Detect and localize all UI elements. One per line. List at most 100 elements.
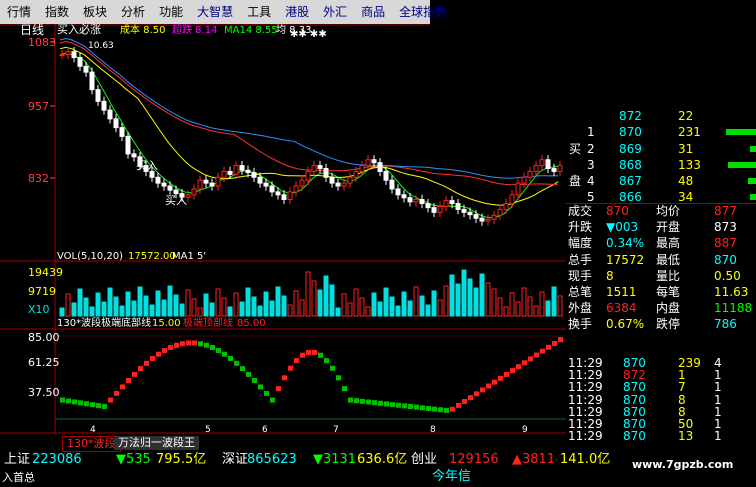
tab-wanfa[interactable]: 万法归一波段王 [114, 436, 199, 450]
volume-bar [131, 300, 137, 317]
volume-bar [209, 302, 215, 317]
indicator-bar [504, 371, 509, 377]
candle-body [497, 208, 503, 216]
indicator-axis-label: 37.50 [28, 386, 60, 399]
stat-value: 873 [714, 220, 737, 235]
tab-130-bd[interactable]: 130*波段 [62, 436, 121, 452]
candle-body [431, 207, 437, 213]
indicator-bar [300, 352, 305, 358]
indicator-bar [468, 395, 473, 401]
indicator-bar [534, 352, 539, 358]
menu-item-6[interactable]: 工具 [240, 0, 278, 24]
index-bar-item: 636.6亿 [357, 452, 408, 467]
bid-volume: 22 [678, 109, 694, 123]
menu-item-4[interactable]: 功能 [152, 0, 190, 24]
volume-bar [335, 307, 341, 317]
candle-body [341, 182, 347, 187]
indicator-bar [414, 404, 419, 410]
index-bar-item: 865623 [247, 452, 297, 467]
indicator-bar [312, 349, 317, 355]
candle-body [371, 159, 377, 164]
index-bar-item: 223086 [32, 452, 82, 467]
stat-label: 开盘 [656, 220, 681, 235]
menu-item-7[interactable]: 港股 [278, 0, 316, 24]
indicator-bar [546, 344, 551, 350]
indicator-bar [90, 402, 95, 408]
volume-bar [185, 289, 191, 317]
volume-bar [251, 296, 257, 317]
candle-body [83, 65, 89, 73]
volume-bar [323, 275, 329, 317]
candle-body [293, 185, 299, 193]
volume-bar [59, 307, 65, 317]
stat-label: 外盘 [568, 301, 593, 316]
indicator-bar [144, 360, 149, 366]
volume-bar [545, 300, 551, 317]
indicator-bar [228, 355, 233, 361]
indicator-bar [186, 340, 191, 346]
stat-value: 786 [714, 317, 737, 332]
indicator-bar [120, 384, 125, 390]
stat-label: 幅度 [568, 236, 593, 251]
indicator-bar [444, 407, 449, 413]
indicator-bar [390, 402, 395, 408]
candle-body [191, 188, 197, 196]
volume-bar [71, 302, 77, 317]
volume-bar [413, 286, 419, 317]
candle-body [323, 168, 329, 178]
indicator-bar [552, 340, 557, 346]
volume-bar [155, 290, 161, 317]
kline-chart[interactable]: 日线1083957832买入必涨10.63成本 8.50 超跌 8.14 MA14 … [0, 24, 566, 434]
bid-level: 2 [587, 142, 595, 156]
indicator-legend-value: 15.00 [152, 318, 181, 329]
menu-item-10[interactable]: 全球指数 [392, 0, 454, 24]
bid-price: 869 [619, 142, 642, 156]
volume-axis-label: 19439 [28, 266, 63, 279]
index-bar-item: ▲3811 [512, 452, 556, 467]
menu-item-1[interactable]: 指数 [38, 0, 76, 24]
indicator-name: 买入必涨 [57, 24, 101, 36]
candle-body [71, 51, 77, 59]
volume-bar [233, 292, 239, 317]
indicator-bar [384, 401, 389, 407]
indicator-bar [438, 407, 443, 413]
stat-value: 1511 [606, 285, 637, 299]
indicator-bar [372, 400, 377, 406]
volume-bar [479, 273, 485, 317]
volume-bar [539, 291, 545, 317]
indicator-bar [288, 365, 293, 371]
indicator-bar [204, 342, 209, 348]
indicator-bar [252, 377, 257, 383]
stat-value: 17572 [606, 252, 645, 267]
index-bar-item: ▼535 [116, 452, 151, 467]
stat-label: 每笔 [656, 285, 681, 299]
price-axis-label: 957 [28, 100, 49, 113]
stat-value: 0.67% [606, 317, 645, 332]
candle-body [413, 198, 419, 203]
index-bar-item: ▼3131 [313, 452, 357, 467]
indicator-bar [486, 383, 491, 389]
menu-item-9[interactable]: 商品 [354, 0, 392, 24]
bid-volume: 31 [678, 142, 694, 156]
volume-bar [311, 280, 317, 317]
volume-bar [275, 286, 281, 317]
volume-bar [395, 305, 401, 317]
menu-item-0[interactable]: 行情 [0, 0, 38, 24]
volume-bar [497, 297, 503, 317]
indicator-bar [246, 371, 251, 377]
stat-label: 现手 [568, 268, 593, 283]
bottom-left-text: 入首总 [2, 471, 35, 484]
indicator-bar [66, 398, 71, 404]
candle-body [125, 135, 131, 155]
star-marks: ✱✱ ✱✱ [290, 29, 327, 40]
menu-item-8[interactable]: 外汇 [316, 0, 354, 24]
menu-item-3[interactable]: 分析 [114, 0, 152, 24]
candle-body [527, 170, 533, 178]
indicator-bar [96, 403, 101, 409]
indicator-bar [354, 398, 359, 404]
ma-line-1 [59, 46, 559, 206]
menu-item-5[interactable]: 大智慧 [190, 0, 240, 24]
indicator-bar [402, 403, 407, 409]
menu-item-2[interactable]: 板块 [76, 0, 114, 24]
high-price-label: 10.63 [88, 41, 114, 51]
